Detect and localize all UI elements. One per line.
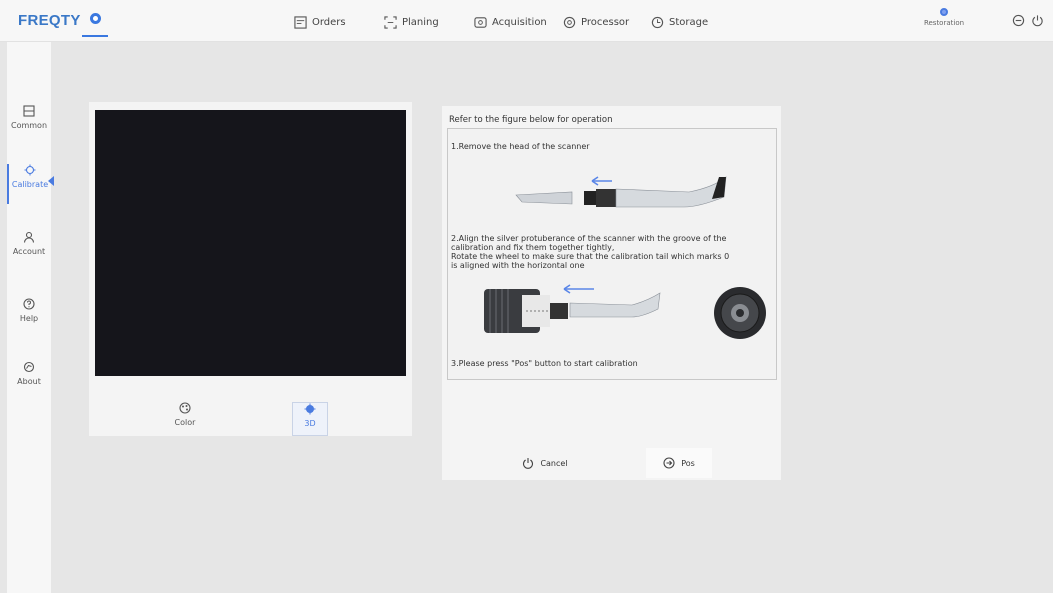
arrow-right-circle-icon xyxy=(663,457,675,469)
sidebar-item-about[interactable]: About xyxy=(7,361,51,401)
sidebar: Common Calibrate Account Help About xyxy=(7,42,54,593)
nav-orders[interactable]: Orders xyxy=(294,14,346,30)
nav-storage[interactable]: Storage xyxy=(651,14,708,30)
mode-label: Color xyxy=(174,418,196,427)
scanner-preview-screen xyxy=(95,110,406,376)
calibration-align-illustration xyxy=(484,284,766,339)
nav-label: Storage xyxy=(669,16,709,28)
nav-processor[interactable]: Processor xyxy=(563,14,629,30)
sidebar-item-account[interactable]: Account xyxy=(7,231,51,271)
restoration-button[interactable]: Restoration xyxy=(919,8,969,27)
app-logo: FREQTY xyxy=(18,12,81,29)
sidebar-item-common[interactable]: Common xyxy=(7,105,51,145)
sidebar-item-calibrate[interactable]: Calibrate xyxy=(7,164,54,204)
cancel-button[interactable]: Cancel xyxy=(512,448,578,478)
processor-icon xyxy=(563,16,576,28)
planing-icon xyxy=(384,15,397,29)
mode-color-button[interactable]: Color xyxy=(167,402,203,436)
pos-label: Pos xyxy=(681,458,695,468)
mode-3d-button[interactable]: 3D xyxy=(292,402,328,436)
gear-icon[interactable] xyxy=(82,9,108,37)
nav-acquisition[interactable]: Acquisition xyxy=(474,14,547,30)
storage-icon xyxy=(651,16,664,28)
nav-label: Planing xyxy=(402,16,439,28)
nav-planing[interactable]: Planing xyxy=(384,14,439,30)
color-icon xyxy=(179,402,191,414)
account-icon xyxy=(23,231,35,243)
restoration-icon xyxy=(940,8,948,16)
sidebar-item-help[interactable]: Help xyxy=(7,298,51,338)
active-indicator xyxy=(48,176,54,186)
mode-label: 3D xyxy=(304,419,316,428)
sidebar-item-label: Account xyxy=(12,247,46,256)
instruction-panel: Refer to the figure below for operation … xyxy=(442,106,781,480)
sidebar-item-label: About xyxy=(17,377,41,386)
step-3-text: 3.Please press "Pos" button to start cal… xyxy=(451,359,638,368)
restoration-label: Restoration xyxy=(923,19,965,27)
power-icon xyxy=(523,458,534,469)
minimize-icon[interactable] xyxy=(1012,14,1025,27)
power-icon[interactable] xyxy=(1031,14,1044,27)
step-2-text: 2.Align the silver protuberance of the s… xyxy=(451,234,730,270)
common-icon xyxy=(23,105,35,117)
sidebar-item-label: Common xyxy=(10,121,48,130)
top-bar: FREQTY Orders Planing Acquisition Proces… xyxy=(0,0,1053,42)
cancel-label: Cancel xyxy=(540,458,568,468)
orders-icon xyxy=(294,15,307,29)
help-icon xyxy=(23,298,35,310)
nav-label: Acquisition xyxy=(492,16,547,28)
sidebar-item-label: Calibrate xyxy=(11,180,49,189)
about-icon xyxy=(23,361,35,373)
nav-label: Processor xyxy=(581,16,630,28)
sidebar-item-label: Help xyxy=(19,314,39,323)
instruction-box: 1.Remove the head of the scanner 2.Align… xyxy=(447,128,777,380)
pos-button[interactable]: Pos xyxy=(646,448,712,478)
calibrate-icon xyxy=(24,164,36,176)
acquisition-icon xyxy=(474,16,487,28)
instruction-title: Refer to the figure below for operation xyxy=(449,115,613,125)
scanner-remove-head-illustration xyxy=(515,176,727,208)
step-1-text: 1.Remove the head of the scanner xyxy=(451,142,590,151)
3d-icon xyxy=(304,403,316,415)
nav-label: Orders xyxy=(312,16,346,28)
preview-panel: Color 3D xyxy=(89,102,412,436)
